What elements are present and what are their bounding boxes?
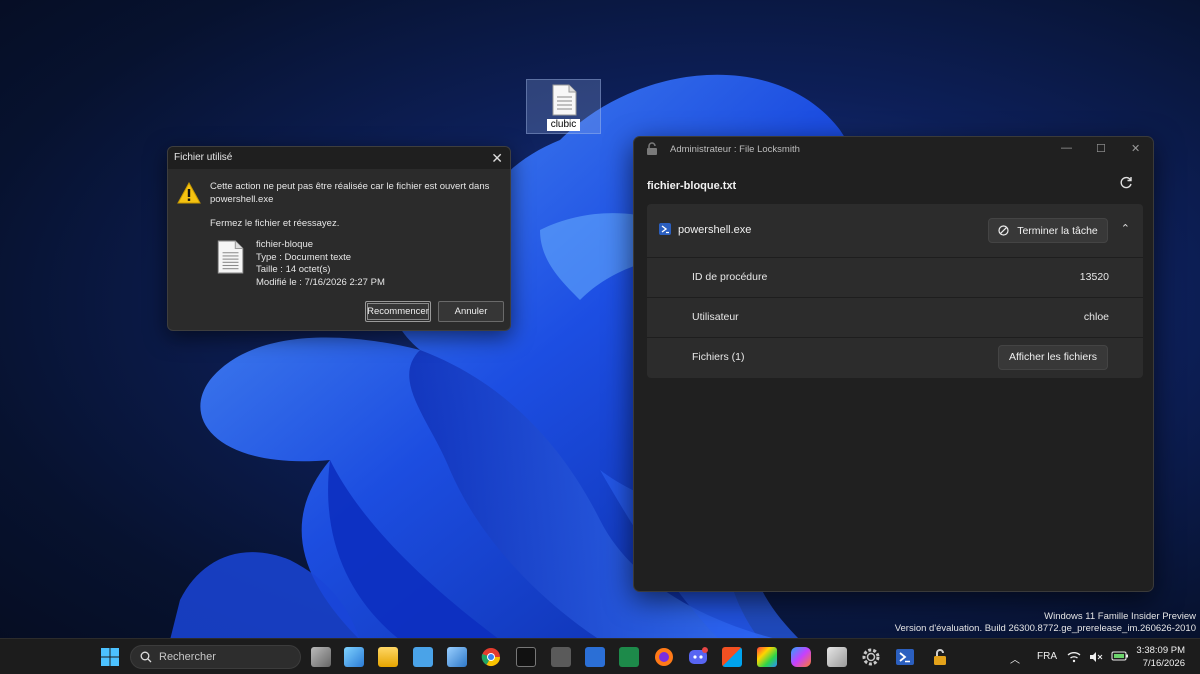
user-row: Utilisateur chloe	[647, 297, 1143, 337]
file-locksmith-window: Administrateur : File Locksmith — ☐ ✕ fi…	[633, 136, 1154, 592]
file-type: Type : Document texte	[256, 251, 352, 263]
desktop-file-icon[interactable]: clubic	[526, 79, 601, 134]
show-files-button[interactable]: Afficher les fichiers	[998, 345, 1108, 370]
retry-button[interactable]: Recommencer	[365, 301, 431, 322]
windows-start-icon[interactable]	[100, 647, 120, 667]
end-task-button[interactable]: Terminer la tâche	[988, 218, 1108, 243]
volume-muted-icon[interactable]	[1089, 651, 1103, 663]
chevron-up-icon[interactable]: ⌃	[1121, 222, 1130, 235]
dialog-title: Fichier utilisé	[174, 152, 233, 163]
watermark-build: Version d'évaluation. Build 26300.8772.g…	[894, 623, 1196, 634]
battery-icon[interactable]	[1111, 650, 1129, 662]
snipping-tool-icon[interactable]	[827, 647, 847, 667]
file-locksmith-icon[interactable]	[930, 647, 950, 667]
process-id-row: ID de procédure 13520	[647, 257, 1143, 297]
file-modified: Modifié le : 7/16/2026 2:27 PM	[256, 276, 385, 288]
close-icon[interactable]: ✕	[1131, 142, 1140, 155]
language-indicator[interactable]: FRA	[1037, 651, 1057, 662]
locked-file-name: fichier-bloque.txt	[647, 180, 737, 192]
dialog-titlebar: Fichier utilisé ✕	[168, 147, 510, 169]
chevron-up-icon[interactable]: ︿	[1010, 651, 1020, 666]
firefox-icon[interactable]	[654, 647, 674, 667]
row-value: chloe	[1083, 311, 1109, 323]
clock-time: 3:38:09 PM	[1136, 645, 1185, 656]
powershell-icon[interactable]	[895, 647, 915, 667]
file-details: fichier-bloque Type : Document texte Tai…	[256, 239, 385, 289]
insider-watermark: Windows 11 Famille Insider Preview Versi…	[895, 611, 1196, 635]
maximize-icon[interactable]: ☐	[1096, 142, 1106, 155]
search-icon	[140, 651, 152, 663]
search-text: Rechercher	[159, 651, 216, 663]
calculator-icon[interactable]	[551, 647, 571, 667]
excel-icon[interactable]	[619, 647, 639, 667]
word-icon[interactable]	[585, 647, 605, 667]
block-icon	[998, 225, 1009, 236]
wifi-icon[interactable]	[1067, 651, 1081, 663]
text-document-icon	[217, 240, 244, 274]
taskbar-search[interactable]: Rechercher	[130, 645, 301, 669]
row-label: ID de procédure	[692, 271, 768, 283]
taskbar: Rechercher ︿ FRA 3:38:09 PM 7/16/2026	[0, 638, 1200, 674]
discord-icon[interactable]	[688, 647, 708, 667]
row-value: 13520	[1079, 271, 1109, 283]
chrome-icon[interactable]	[481, 647, 501, 667]
powershell-icon	[659, 223, 671, 235]
close-icon[interactable]: ✕	[491, 147, 503, 169]
color-picker-icon[interactable]	[757, 647, 777, 667]
file-explorer-icon[interactable]	[378, 647, 398, 667]
process-header[interactable]: powershell.exe Terminer la tâche ⌃	[647, 204, 1143, 257]
cancel-button[interactable]: Annuler	[438, 301, 504, 322]
lock-icon	[647, 142, 657, 155]
photos-icon[interactable]	[344, 647, 364, 667]
notepad-icon[interactable]	[413, 647, 433, 667]
task-view-icon[interactable]	[311, 647, 331, 667]
end-task-label: Terminer la tâche	[1017, 224, 1098, 237]
window-title: Administrateur : File Locksmith	[670, 144, 800, 155]
settings-gear-icon[interactable]	[861, 647, 881, 667]
file-name: fichier-bloque	[256, 239, 314, 250]
dialog-message: Cette action ne peut pas être réalisée c…	[210, 181, 490, 205]
process-name: powershell.exe	[678, 224, 752, 236]
row-label: Fichiers (1)	[692, 351, 745, 363]
window-titlebar: Administrateur : File Locksmith — ☐ ✕	[634, 137, 1153, 161]
process-card: powershell.exe Terminer la tâche ⌃ ID de…	[647, 204, 1143, 378]
watermark-edition: Windows 11 Famille Insider Preview	[1044, 611, 1196, 622]
minimize-icon[interactable]: —	[1061, 142, 1072, 154]
warning-icon	[177, 182, 201, 204]
desktop-icon-label: clubic	[546, 119, 581, 131]
row-label: Utilisateur	[692, 311, 739, 323]
files-row: Fichiers (1) Afficher les fichiers	[647, 337, 1143, 377]
terminal-icon[interactable]	[516, 647, 536, 667]
file-in-use-dialog: Fichier utilisé ✕ Cette action ne peut p…	[167, 146, 511, 331]
store-icon[interactable]	[722, 647, 742, 667]
dialog-instruction: Fermez le fichier et réessayez.	[210, 218, 340, 229]
clock[interactable]: 3:38:09 PM 7/16/2026	[1136, 644, 1185, 670]
file-size: Taille : 14 octet(s)	[256, 264, 331, 275]
control-panel-icon[interactable]	[447, 647, 467, 667]
text-file-icon	[552, 84, 576, 116]
refresh-icon[interactable]	[1119, 176, 1133, 190]
clock-date: 7/16/2026	[1142, 658, 1185, 669]
copilot-icon[interactable]	[791, 647, 811, 667]
